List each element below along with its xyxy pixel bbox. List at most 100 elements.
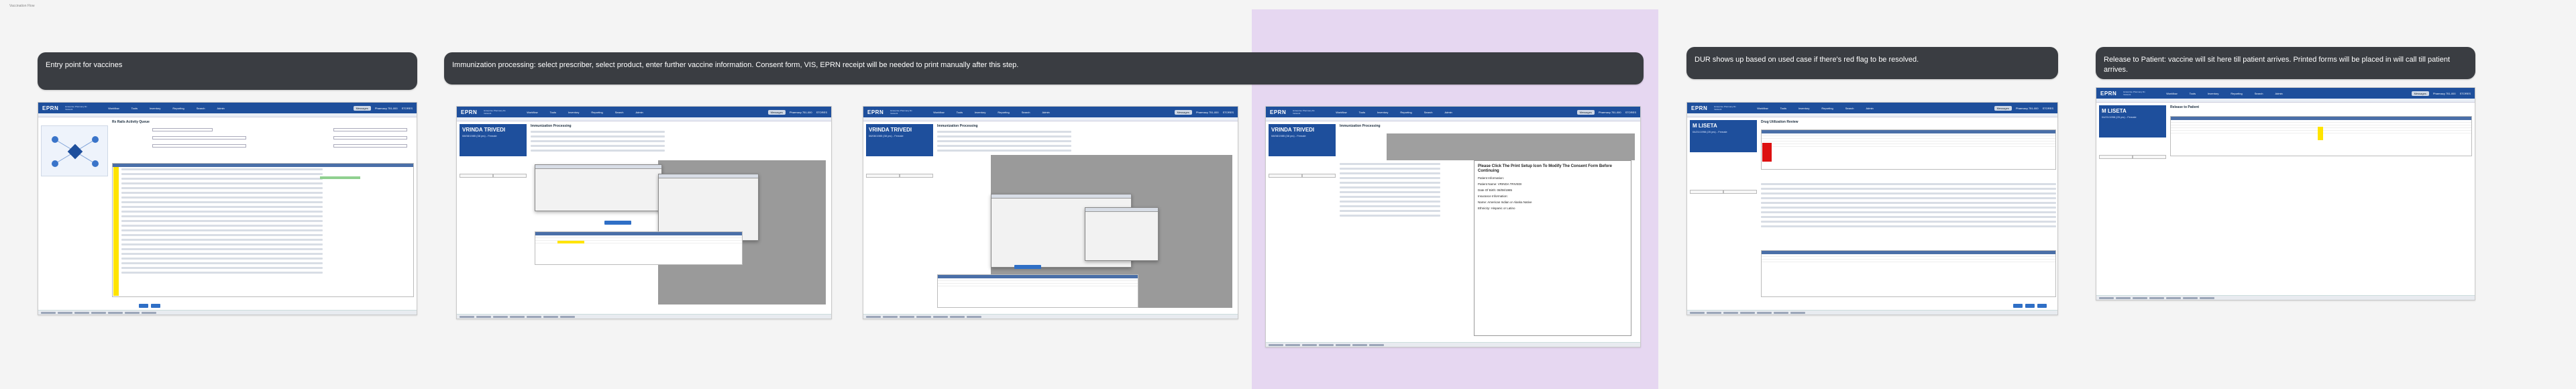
app-bar: EPRN Enterprise Pharmacy Rx Network Work… xyxy=(38,103,417,113)
tab-clinical[interactable] xyxy=(1269,174,1302,178)
network-diagram xyxy=(41,125,108,176)
menu-admin[interactable]: Admin xyxy=(635,111,643,114)
menu-inventory[interactable]: Inventory xyxy=(1799,107,1809,110)
app-bar: EPRN Enterprise Pharmacy Rx Network Work… xyxy=(2096,88,2475,99)
dur-button-2[interactable] xyxy=(2025,304,2035,308)
tab-clinical[interactable] xyxy=(1690,190,1723,194)
messages-pill[interactable]: Messages xyxy=(1994,105,2012,111)
dur-button-3[interactable] xyxy=(2037,304,2047,308)
messages-pill[interactable]: Messages xyxy=(2411,91,2429,96)
continue-button[interactable] xyxy=(1014,265,1041,269)
menu-search[interactable]: Search xyxy=(1845,107,1854,110)
menu-inventory[interactable]: Inventory xyxy=(2208,92,2218,95)
patient-card: M LISETA 04/21/1998 (25 yrs) - Female xyxy=(1690,120,1757,152)
queue-button-2[interactable] xyxy=(151,304,160,308)
app-logo-sub: Enterprise Pharmacy Rx Network xyxy=(484,109,506,115)
menu-inventory[interactable]: Inventory xyxy=(568,111,579,114)
patient-card: VRINDA TRIVEDI 08/08/1985 (38 yrs) - Fem… xyxy=(460,124,527,156)
patient-name: M LISETA xyxy=(1693,123,1717,129)
queue-button-1[interactable] xyxy=(139,304,148,308)
menu-tools[interactable]: Tools xyxy=(1359,111,1365,114)
patient-info: 08/08/1985 (38 yrs) - Female xyxy=(1271,134,1306,137)
bottom-toolbar xyxy=(38,310,417,315)
menu-search[interactable]: Search xyxy=(1022,111,1030,114)
menu-admin[interactable]: Admin xyxy=(2275,92,2282,95)
consent-line: Insurance Information: xyxy=(1478,194,1508,198)
messages-pill[interactable]: Messages xyxy=(353,105,371,111)
menu-reporting[interactable]: Reporting xyxy=(591,111,602,114)
filter-field-4[interactable] xyxy=(333,128,407,131)
pharmacy-id: Pharmacy 751-000 xyxy=(374,106,398,110)
messages-pill[interactable]: Messages xyxy=(1174,109,1192,115)
dur-button-1[interactable] xyxy=(2013,304,2023,308)
filter-field-2[interactable] xyxy=(152,136,246,140)
select-button[interactable] xyxy=(604,221,631,225)
messages-pill[interactable]: Messages xyxy=(767,109,786,115)
menu-workflow[interactable]: Workflow xyxy=(108,107,119,110)
menu-search[interactable]: Search xyxy=(615,111,624,114)
screenshot-activity-queue: EPRN Enterprise Pharmacy Rx Network Work… xyxy=(38,102,417,315)
menu-admin[interactable]: Admin xyxy=(1444,111,1452,114)
menu-inventory[interactable]: Inventory xyxy=(975,111,985,114)
bottom-toolbar xyxy=(863,314,1238,319)
tab-follow-up[interactable] xyxy=(2133,155,2166,159)
app-bar: EPRN Enterprise Pharmacy Rx Network Work… xyxy=(863,107,1238,117)
menu-workflow[interactable]: Workflow xyxy=(1336,111,1346,114)
filter-field-3[interactable] xyxy=(152,144,246,148)
app-logo: EPRN xyxy=(461,109,478,115)
stores-link[interactable]: STORES xyxy=(816,111,827,114)
menu-tools[interactable]: Tools xyxy=(131,107,138,110)
menu-workflow[interactable]: Workflow xyxy=(933,111,944,114)
consent-line: Patient Name: VRINDA TRIVEDI xyxy=(1478,182,1522,186)
menu-reporting[interactable]: Reporting xyxy=(1821,107,1833,110)
stores-link[interactable]: STORES xyxy=(402,107,413,110)
app-logo: EPRN xyxy=(867,109,884,115)
tab-clinical[interactable] xyxy=(866,174,900,178)
menu-admin[interactable]: Admin xyxy=(1866,107,1873,110)
patient-tabs xyxy=(2099,155,2166,159)
messages-pill[interactable]: Messages xyxy=(1576,109,1595,115)
menu-reporting[interactable]: Reporting xyxy=(172,107,184,110)
menu-tools[interactable]: Tools xyxy=(2190,92,2196,95)
bottom-toolbar xyxy=(1266,342,1640,347)
tab-follow-up[interactable] xyxy=(1302,174,1336,178)
app-subbar xyxy=(457,117,831,121)
tab-follow-up[interactable] xyxy=(1723,190,1757,194)
app-subbar xyxy=(1266,117,1640,121)
menu-inventory[interactable]: Inventory xyxy=(1377,111,1388,114)
screenshot-immunization-1: EPRN Enterprise Pharmacy Rx Network Work… xyxy=(456,106,832,319)
tab-clinical[interactable] xyxy=(2099,155,2133,159)
menu-tools[interactable]: Tools xyxy=(1780,107,1786,110)
stores-link[interactable]: STORES xyxy=(1625,111,1636,114)
menu-workflow[interactable]: Workflow xyxy=(527,111,537,114)
tab-follow-up[interactable] xyxy=(900,174,933,178)
stores-link[interactable]: STORES xyxy=(2460,92,2471,95)
menu-search[interactable]: Search xyxy=(1424,111,1433,114)
app-logo-sub: Enterprise Pharmacy Rx Network xyxy=(2123,91,2145,96)
stores-link[interactable]: STORES xyxy=(2043,107,2053,110)
options-modal xyxy=(1085,207,1159,261)
menu-search[interactable]: Search xyxy=(2255,92,2263,95)
menu-reporting[interactable]: Reporting xyxy=(1400,111,1411,114)
menu-tools[interactable]: Tools xyxy=(957,111,963,114)
menu-workflow[interactable]: Workflow xyxy=(2166,92,2177,95)
callout-immunization: Immunization processing: select prescrib… xyxy=(444,52,1644,85)
tab-follow-up[interactable] xyxy=(493,174,527,178)
menu-tools[interactable]: Tools xyxy=(550,111,556,114)
tab-clinical[interactable] xyxy=(460,174,493,178)
filter-field-6[interactable] xyxy=(333,144,407,148)
menu-reporting[interactable]: Reporting xyxy=(2231,92,2242,95)
menu-workflow[interactable]: Workflow xyxy=(1757,107,1768,110)
product-modal xyxy=(658,174,759,241)
filter-field-5[interactable] xyxy=(333,136,407,140)
menu-admin[interactable]: Admin xyxy=(217,107,224,110)
menu-inventory[interactable]: Inventory xyxy=(150,107,160,110)
patient-tabs xyxy=(1269,174,1336,178)
consent-line: Patient Information: xyxy=(1478,176,1505,180)
filter-field-1[interactable] xyxy=(152,128,213,131)
menu-reporting[interactable]: Reporting xyxy=(998,111,1009,114)
stores-link[interactable]: STORES xyxy=(1223,111,1234,114)
menu-search[interactable]: Search xyxy=(197,107,205,110)
patient-tabs xyxy=(866,174,933,178)
menu-admin[interactable]: Admin xyxy=(1042,111,1049,114)
